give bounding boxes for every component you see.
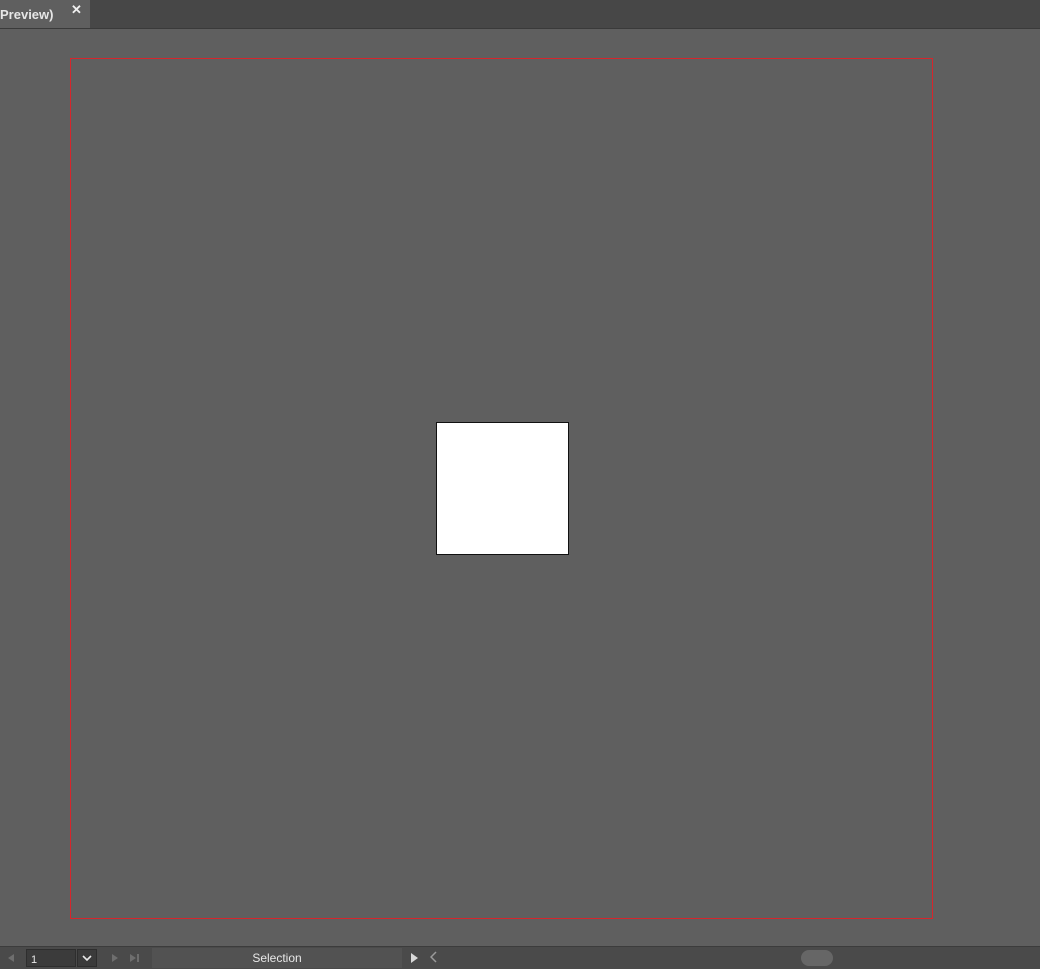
play-icon[interactable] (407, 951, 421, 965)
rectangle-shape[interactable] (436, 422, 569, 555)
document-tab[interactable]: Preview) ✕ (0, 0, 90, 28)
last-page-icon[interactable] (128, 951, 142, 965)
status-label: Selection (152, 948, 402, 968)
document-tab-bar: Preview) ✕ (0, 0, 1040, 29)
close-icon[interactable]: ✕ (71, 2, 82, 18)
status-bar: 1 Selection (0, 946, 1040, 969)
next-page-icon[interactable] (108, 951, 122, 965)
document-canvas[interactable] (0, 29, 1040, 946)
chevron-down-icon (82, 949, 92, 967)
page-number-input[interactable]: 1 (26, 949, 76, 967)
page-dropdown-button[interactable] (77, 949, 97, 967)
chevron-left-icon[interactable] (427, 950, 441, 964)
horizontal-scroll-thumb[interactable] (801, 950, 833, 966)
document-tab-title: Preview) (0, 6, 54, 22)
first-page-icon[interactable] (4, 951, 18, 965)
